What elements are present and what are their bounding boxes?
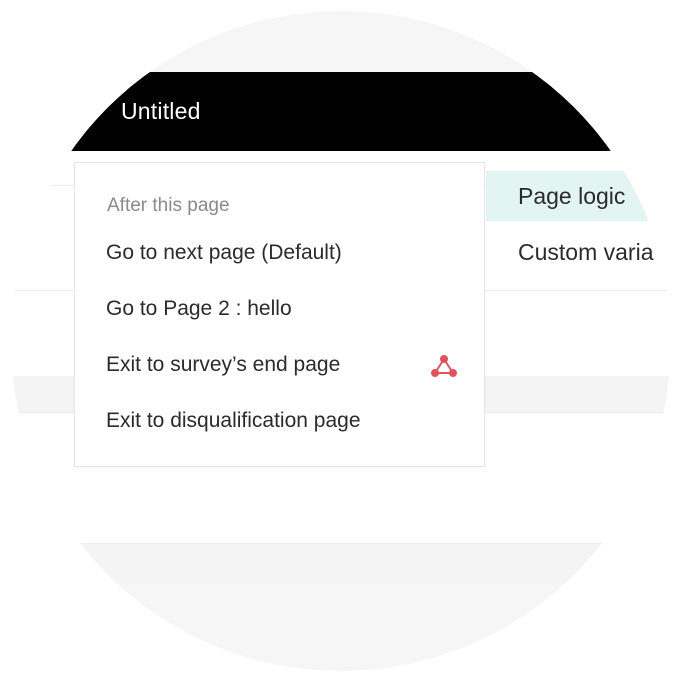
screen: Untitled Page logic Custom varia After t… bbox=[0, 0, 682, 682]
tab-label: Custom varia bbox=[518, 239, 654, 265]
divider bbox=[11, 543, 671, 544]
option-go-to-page-2[interactable]: Go to Page 2 : hello bbox=[106, 297, 292, 321]
title-bar: Untitled bbox=[11, 72, 671, 151]
page-logic-dropdown: After this page Go to next page (Default… bbox=[74, 162, 485, 467]
option-next-page[interactable]: Go to next page (Default) bbox=[106, 241, 342, 265]
survey-editor: Untitled Page logic Custom varia After t… bbox=[11, 11, 671, 671]
option-exit-end-page[interactable]: Exit to survey’s end page bbox=[106, 353, 340, 377]
dropdown-header: After this page bbox=[107, 195, 230, 216]
side-tabs: Page logic Custom varia bbox=[486, 151, 671, 290]
tab-label: Page logic bbox=[518, 183, 626, 209]
survey-title[interactable]: Untitled bbox=[121, 98, 201, 125]
magnifier-view: Untitled Page logic Custom varia After t… bbox=[11, 11, 671, 671]
branch-icon bbox=[431, 355, 457, 377]
section-band bbox=[11, 543, 671, 584]
tab-page-logic[interactable]: Page logic bbox=[486, 171, 658, 221]
option-exit-disqualification[interactable]: Exit to disqualification page bbox=[106, 409, 361, 433]
tab-custom-variables[interactable]: Custom varia bbox=[486, 227, 671, 277]
